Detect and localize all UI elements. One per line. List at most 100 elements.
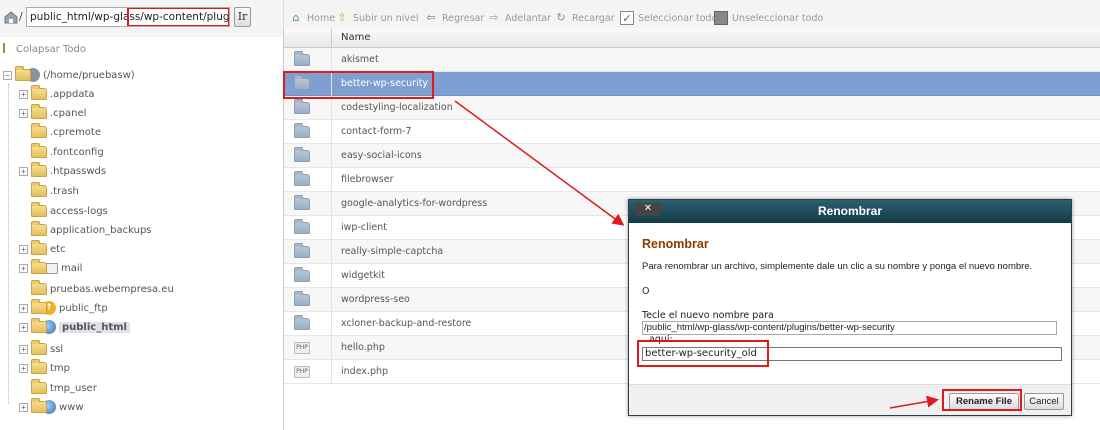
- row-name: akismet: [341, 54, 379, 65]
- expand-toggle-icon[interactable]: −: [3, 70, 12, 80]
- expand-toggle-icon[interactable]: +: [19, 263, 28, 273]
- tree-item-cpanel[interactable]: + .cpanel: [19, 104, 86, 122]
- tree-guide-line: [8, 84, 9, 404]
- tree-item-tmp-user[interactable]: tmp_user: [19, 379, 97, 397]
- dialog-body: Renombrar Para renombrar un archivo, sim…: [629, 223, 1071, 393]
- unselect-all-button[interactable]: Unseleccionar todo: [714, 11, 823, 25]
- highlight-box-path: [127, 8, 229, 26]
- unselect-all-label: Unseleccionar todo: [732, 12, 824, 24]
- tree-item-label: .cpremote: [50, 126, 102, 138]
- folder-icon: [294, 267, 310, 282]
- folder-icon: [294, 51, 310, 66]
- expand-toggle-icon[interactable]: +: [19, 322, 28, 332]
- folder-icon: [31, 143, 47, 158]
- select-all-button[interactable]: ✓ Seleccionar todo: [620, 11, 717, 25]
- tree-item-appdata[interactable]: + .appdata: [19, 85, 95, 103]
- expand-toggle-icon[interactable]: +: [19, 303, 28, 313]
- tree-item-etc[interactable]: + etc: [19, 240, 66, 258]
- checkbox-unchecked-icon: [714, 11, 728, 25]
- select-all-label: Seleccionar todo: [638, 12, 718, 24]
- reload-label: Recargar: [572, 12, 615, 24]
- tree-item-label: public_ftp: [59, 302, 108, 314]
- table-row[interactable]: akismet: [284, 48, 1100, 72]
- path-input[interactable]: public_html/wp-glass/wp-content/plugins: [26, 7, 230, 27]
- tree-item-label: application_backups: [50, 224, 152, 236]
- tree-item-label: .trash: [50, 185, 79, 197]
- expand-toggle-icon[interactable]: +: [19, 363, 28, 373]
- current-path-field: /public_html/wp-glass/wp-content/plugins…: [642, 321, 1057, 335]
- table-row[interactable]: contact-form-7: [284, 120, 1100, 144]
- tree-item-mail[interactable]: + mail: [19, 259, 82, 277]
- tree-item-access-logs[interactable]: access-logs: [19, 202, 108, 220]
- back-label: Regresar: [442, 12, 485, 24]
- tree-item-public-html[interactable]: + public_html: [19, 318, 130, 336]
- row-name: filebrowser: [341, 174, 394, 185]
- row-name: google-analytics-for-wordpress: [341, 198, 488, 209]
- tree-item-label: .fontconfig: [50, 146, 104, 158]
- folder-up-icon: ⇧: [337, 11, 347, 24]
- expand-toggle-icon[interactable]: +: [19, 244, 28, 254]
- path-label: Tecle el nuevo nombre para: [642, 310, 774, 321]
- forward-button[interactable]: ⇨ Adelantar: [487, 11, 551, 25]
- folder-icon: [294, 123, 310, 138]
- folder-icon: [294, 219, 310, 234]
- checkbox-checked-icon: ✓: [620, 11, 634, 25]
- reload-button[interactable]: ↻ Recargar: [554, 11, 615, 25]
- row-name: really-simple-captcha: [341, 246, 444, 257]
- cancel-button[interactable]: Cancel: [1024, 393, 1064, 410]
- table-row[interactable]: codestyling-localization: [284, 96, 1100, 120]
- tree-item-label: www: [59, 401, 84, 413]
- tree-item-www[interactable]: + www: [19, 398, 84, 416]
- folder-icon: [31, 299, 47, 314]
- table-row[interactable]: filebrowser: [284, 168, 1100, 192]
- folder-icon: [294, 195, 310, 210]
- collapse-all-link[interactable]: Colapsar Todo: [3, 43, 86, 55]
- collapse-icon: [3, 43, 13, 53]
- close-icon[interactable]: ✕: [634, 203, 662, 216]
- tree-item-ssl[interactable]: + ssl: [19, 340, 63, 358]
- folder-icon: [31, 221, 47, 236]
- row-name: hello.php: [341, 342, 385, 353]
- highlight-box-rename-button: [942, 389, 1022, 411]
- home-button[interactable]: ⌂ Home: [289, 11, 336, 25]
- go-button[interactable]: Ir: [234, 7, 251, 27]
- folder-icon: [294, 243, 310, 258]
- tree-item-cpremote[interactable]: .cpremote: [19, 123, 101, 141]
- tree-item-label: mail: [61, 262, 83, 274]
- name-column-header[interactable]: Name: [341, 32, 371, 43]
- expand-toggle-icon[interactable]: +: [19, 166, 28, 176]
- expand-toggle-icon[interactable]: +: [19, 89, 28, 99]
- home-icon: ⌂: [292, 11, 300, 24]
- row-name: iwp-client: [341, 222, 387, 233]
- tree-item-label: .htpasswds: [50, 165, 107, 177]
- folder-icon: [31, 340, 47, 355]
- expand-toggle-icon[interactable]: +: [19, 402, 28, 412]
- tree-item-htpasswds[interactable]: + .htpasswds: [19, 162, 106, 180]
- expand-toggle-icon[interactable]: +: [19, 108, 28, 118]
- tree-item-trash[interactable]: .trash: [19, 182, 79, 200]
- column-divider: [331, 28, 332, 48]
- tree-item-public-ftp[interactable]: + ↑ public_ftp: [19, 299, 108, 317]
- row-name: xcloner-backup-and-restore: [341, 318, 472, 329]
- up-level-button[interactable]: ⇧ Subir un nivel: [335, 11, 418, 25]
- home-folder-icon: [3, 9, 19, 25]
- tree-item-application-backups[interactable]: application_backups: [19, 221, 152, 239]
- tree-item-tmp[interactable]: + tmp: [19, 359, 70, 377]
- folder-icon: [15, 66, 31, 81]
- tree-item-label: ssl: [50, 343, 64, 355]
- up-level-label: Subir un nivel: [353, 12, 419, 24]
- php-file-icon: PHP: [294, 342, 310, 354]
- tree-item-fontconfig[interactable]: .fontconfig: [19, 143, 104, 161]
- highlight-box-new-name: [637, 340, 769, 367]
- table-row[interactable]: easy-social-icons: [284, 144, 1100, 168]
- folder-icon: [31, 123, 47, 138]
- folder-icon: [294, 315, 310, 330]
- tree-item-label: pruebas.webempresa.eu: [50, 283, 174, 295]
- tree-item-label: etc: [50, 243, 66, 255]
- expand-toggle-icon[interactable]: +: [19, 344, 28, 354]
- tree-root[interactable]: − (/home/pruebasw): [3, 66, 135, 84]
- tree-item-label: public_html: [59, 321, 130, 333]
- tree-item-pruebas[interactable]: pruebas.webempresa.eu: [19, 280, 174, 298]
- folder-icon: [31, 104, 47, 119]
- back-button[interactable]: ⇦ Regresar: [424, 11, 484, 25]
